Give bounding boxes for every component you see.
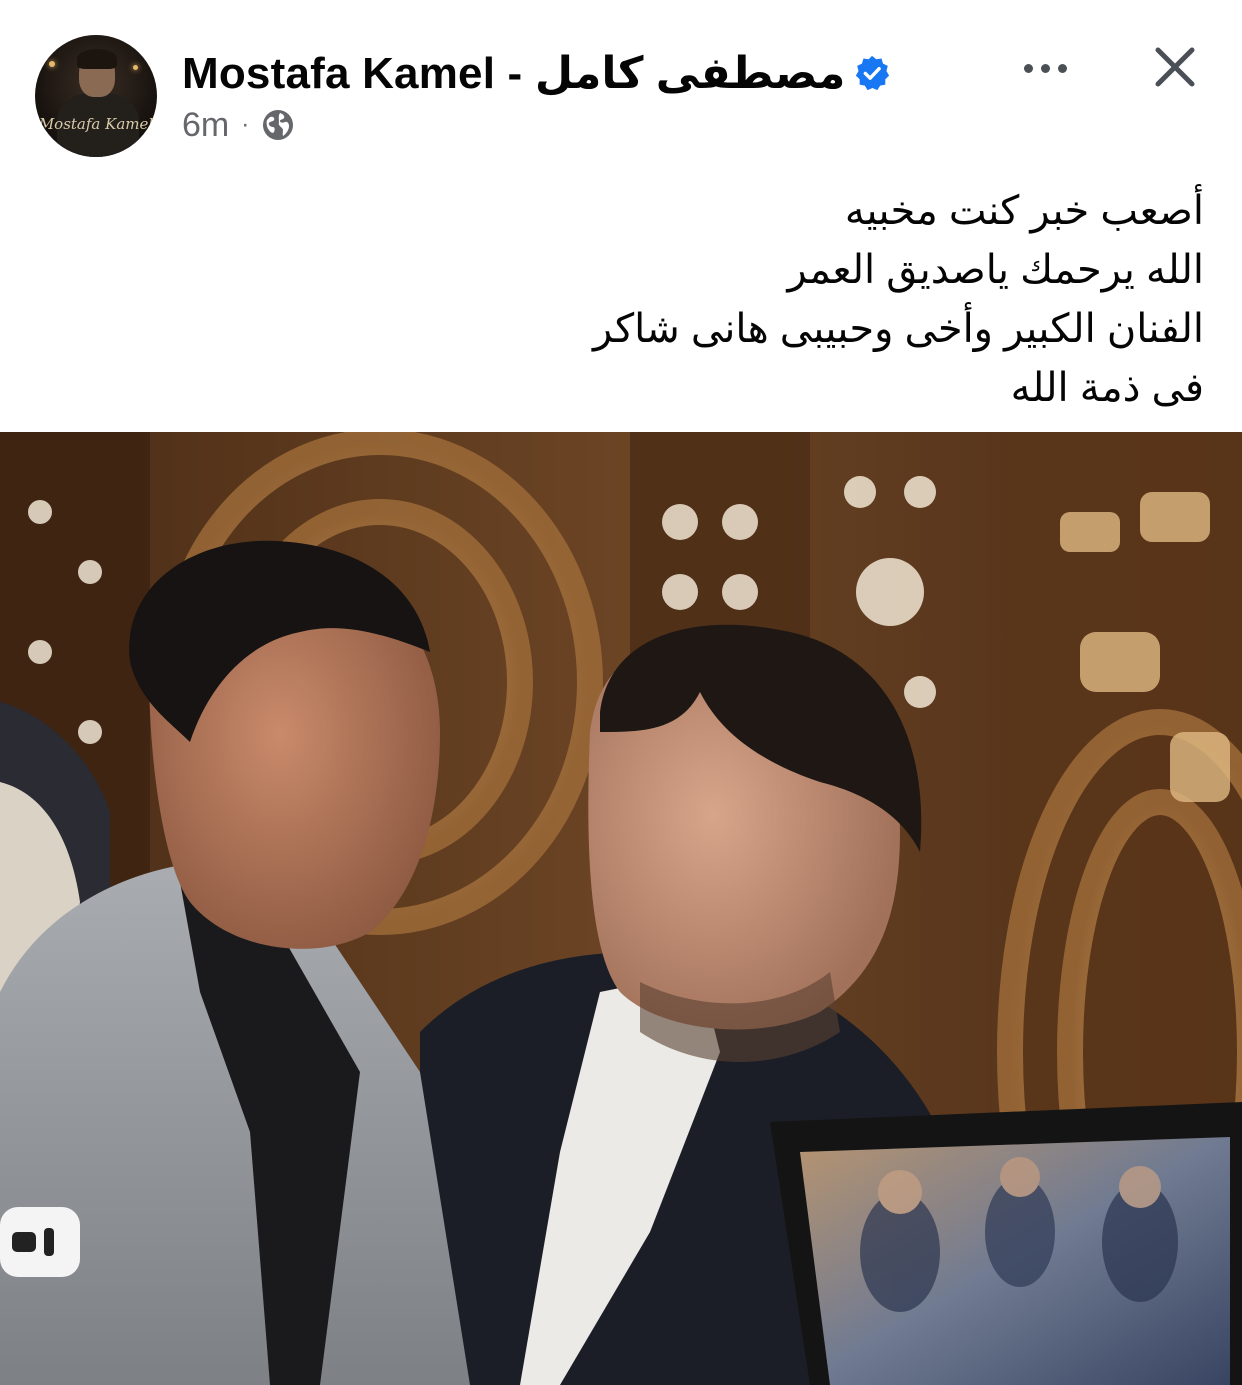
more-dot [1023,63,1033,73]
post-text: أصعب خبر كنت مخبيه الله يرحمك ياصديق الع… [304,182,1204,418]
avatar-figure-hair [77,49,117,69]
verified-badge-icon [856,55,890,91]
avatar-light [49,61,55,67]
author-avatar[interactable]: Mostafa Kamel [35,35,157,157]
post-text-line: الفنان الكبير وأخى وحبيبى هانى شاكر [593,307,1204,351]
avatar-light [133,65,138,70]
post-text-line: فى ذمة الله [1010,366,1204,410]
avatar-signature: Mostafa Kamel [38,115,154,133]
more-options-icon[interactable] [1010,46,1080,90]
globe-icon[interactable] [261,108,295,142]
author-name[interactable]: Mostafa Kamel - مصطفى كامل [182,48,845,99]
meta-separator: · [241,111,250,138]
post-meta: 6m · [182,104,295,146]
post-photo-image [0,432,1242,1385]
post-photo[interactable] [0,432,1242,1385]
more-dot [1057,63,1067,73]
close-icon[interactable] [1144,36,1206,98]
post-text-line: أصعب خبر كنت مخبيه [844,189,1204,233]
author-name-row: Mostafa Kamel - مصطفى كامل [182,46,891,100]
facebook-post: Mostafa Kamel Mostafa Kamel - مصطفى كامل… [0,0,1242,1385]
more-dot [1040,63,1050,73]
post-timestamp[interactable]: 6m [182,106,229,145]
post-text-line: الله يرحمك ياصديق العمر [787,248,1204,292]
